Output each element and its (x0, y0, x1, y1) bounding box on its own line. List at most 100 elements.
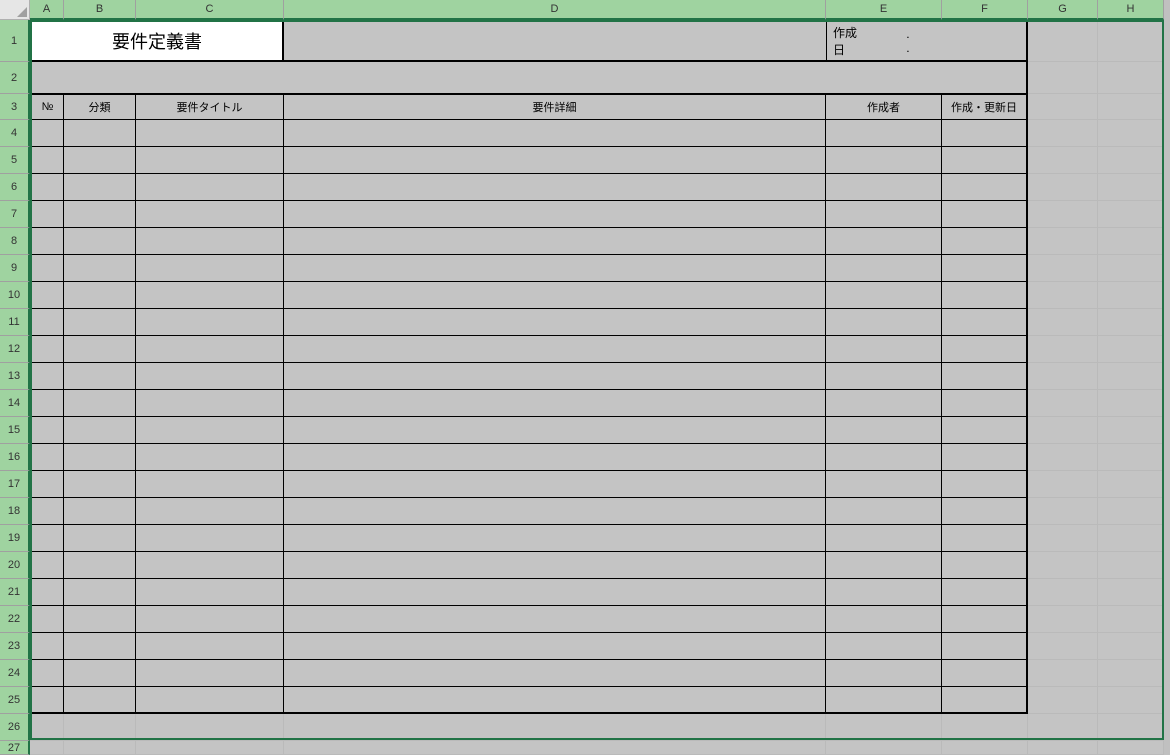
cell-H3[interactable] (1098, 94, 1164, 120)
cell-B5[interactable] (64, 147, 136, 174)
cell-G10[interactable] (1028, 282, 1098, 309)
cell-H22[interactable] (1098, 606, 1164, 633)
cell-G23[interactable] (1028, 633, 1098, 660)
cell-B23[interactable] (64, 633, 136, 660)
cell-F12[interactable] (942, 336, 1028, 363)
select-all-corner[interactable] (0, 0, 30, 20)
cell-E13[interactable] (826, 363, 942, 390)
cell-D25[interactable] (284, 687, 826, 714)
cell-F8[interactable] (942, 228, 1028, 255)
cell-B4[interactable] (64, 120, 136, 147)
cell-G19[interactable] (1028, 525, 1098, 552)
cell-H19[interactable] (1098, 525, 1164, 552)
cell-H9[interactable] (1098, 255, 1164, 282)
row-header-18[interactable]: 18 (0, 498, 30, 525)
document-title[interactable]: 要件定義書 (30, 20, 284, 62)
cell-E17[interactable] (826, 471, 942, 498)
cell-F20[interactable] (942, 552, 1028, 579)
cell-B12[interactable] (64, 336, 136, 363)
cell-E16[interactable] (826, 444, 942, 471)
header-req-title[interactable]: 要件タイトル (136, 94, 284, 120)
cell-H5[interactable] (1098, 147, 1164, 174)
cell-G14[interactable] (1028, 390, 1098, 417)
cell-E21[interactable] (826, 579, 942, 606)
cell-B21[interactable] (64, 579, 136, 606)
cell-A26[interactable] (30, 714, 64, 741)
cell-E10[interactable] (826, 282, 942, 309)
row-header-1[interactable]: 1 (0, 20, 30, 62)
row-header-19[interactable]: 19 (0, 525, 30, 552)
cell-F22[interactable] (942, 606, 1028, 633)
cell-D27[interactable] (284, 741, 826, 755)
cell-A11[interactable] (30, 309, 64, 336)
spreadsheet-grid[interactable]: A B C D E F G H 1 要件定義書 作成日 . . 2 3 № 分類… (0, 0, 1170, 755)
cell-A9[interactable] (30, 255, 64, 282)
cell-B16[interactable] (64, 444, 136, 471)
cell-H18[interactable] (1098, 498, 1164, 525)
cell-C13[interactable] (136, 363, 284, 390)
cell-F27[interactable] (942, 741, 1028, 755)
cell-B18[interactable] (64, 498, 136, 525)
cell-A24[interactable] (30, 660, 64, 687)
col-header-F[interactable]: F (942, 0, 1028, 20)
cell-A22[interactable] (30, 606, 64, 633)
cell-H12[interactable] (1098, 336, 1164, 363)
row-header-9[interactable]: 9 (0, 255, 30, 282)
cell-D18[interactable] (284, 498, 826, 525)
cell-H23[interactable] (1098, 633, 1164, 660)
col-header-G[interactable]: G (1028, 0, 1098, 20)
cell-F21[interactable] (942, 579, 1028, 606)
cell-B9[interactable] (64, 255, 136, 282)
cell-H4[interactable] (1098, 120, 1164, 147)
cell-D19[interactable] (284, 525, 826, 552)
cell-C21[interactable] (136, 579, 284, 606)
col-header-A[interactable]: A (30, 0, 64, 20)
cell-C9[interactable] (136, 255, 284, 282)
cell-F18[interactable] (942, 498, 1028, 525)
cell-C14[interactable] (136, 390, 284, 417)
cell-G2[interactable] (1028, 62, 1098, 94)
cell-C17[interactable] (136, 471, 284, 498)
cell-D22[interactable] (284, 606, 826, 633)
cell-C12[interactable] (136, 336, 284, 363)
row-header-2[interactable]: 2 (0, 62, 30, 94)
cell-E12[interactable] (826, 336, 942, 363)
cell-B19[interactable] (64, 525, 136, 552)
cell-E26[interactable] (826, 714, 942, 741)
row-header-24[interactable]: 24 (0, 660, 30, 687)
row-header-3[interactable]: 3 (0, 94, 30, 120)
cell-A25[interactable] (30, 687, 64, 714)
header-created-updated[interactable]: 作成・更新日 (942, 94, 1028, 120)
row-header-10[interactable]: 10 (0, 282, 30, 309)
cell-E7[interactable] (826, 201, 942, 228)
cell-E24[interactable] (826, 660, 942, 687)
cell-G18[interactable] (1028, 498, 1098, 525)
cell-D11[interactable] (284, 309, 826, 336)
cell-D26[interactable] (284, 714, 826, 741)
header-category[interactable]: 分類 (64, 94, 136, 120)
cell-D20[interactable] (284, 552, 826, 579)
cell-E20[interactable] (826, 552, 942, 579)
row-header-26[interactable]: 26 (0, 714, 30, 741)
cell-E22[interactable] (826, 606, 942, 633)
cell-B13[interactable] (64, 363, 136, 390)
cell-A7[interactable] (30, 201, 64, 228)
cell-G5[interactable] (1028, 147, 1098, 174)
cell-A27[interactable] (30, 741, 64, 755)
cell-A4[interactable] (30, 120, 64, 147)
cell-E15[interactable] (826, 417, 942, 444)
cell-C19[interactable] (136, 525, 284, 552)
cell-F26[interactable] (942, 714, 1028, 741)
cell-A6[interactable] (30, 174, 64, 201)
col-header-D[interactable]: D (284, 0, 826, 20)
cell-D1[interactable] (284, 20, 826, 62)
cell-A10[interactable] (30, 282, 64, 309)
cell-G16[interactable] (1028, 444, 1098, 471)
cell-H7[interactable] (1098, 201, 1164, 228)
cell-G24[interactable] (1028, 660, 1098, 687)
cell-C8[interactable] (136, 228, 284, 255)
cell-G21[interactable] (1028, 579, 1098, 606)
row-header-23[interactable]: 23 (0, 633, 30, 660)
cell-G25[interactable] (1028, 687, 1098, 714)
cell-C6[interactable] (136, 174, 284, 201)
